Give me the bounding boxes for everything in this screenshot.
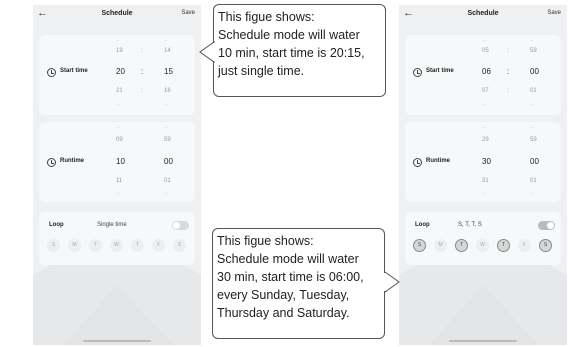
runtime-label: Runtime <box>60 158 84 164</box>
start-hour-value: 20 <box>116 67 125 76</box>
start-hour-value: 06 <box>482 67 491 76</box>
runtime-seconds-value: 00 <box>164 157 173 166</box>
header-bar: ← Schedule Save <box>399 5 567 25</box>
loop-row: Loop Single time <box>39 221 195 231</box>
header-bar: ← Schedule Save <box>33 5 201 25</box>
clock-icon <box>413 68 422 77</box>
loop-toggle[interactable] <box>538 221 555 230</box>
picker-row: 09 59 <box>116 137 171 143</box>
timer-icon <box>413 158 422 167</box>
picker-row: 19 : 14 <box>116 48 171 54</box>
day-friday[interactable]: F <box>152 239 165 252</box>
loop-label: Loop <box>49 222 64 228</box>
picker-row: -- -- <box>116 102 168 108</box>
loop-card: Loop Single time S M T W T F S <box>39 212 195 265</box>
callout-line: 10 min, start time is 20:15, <box>218 46 365 60</box>
loop-card: Loop S, T, T, S S M T W T F S <box>405 212 561 265</box>
start-time-label: Start time <box>426 68 454 74</box>
page-title: Schedule <box>101 10 133 17</box>
weekday-selector: S M T W T F S <box>405 239 561 253</box>
phone-screen-left: ← Schedule Save -- -- 19 : 14 Start time… <box>33 5 201 345</box>
picker-row: -- -- <box>482 102 534 108</box>
runtime-picker[interactable]: -- -- 29 59 Runtime 30 00 31 01 -- -- <box>405 122 561 202</box>
day-thursday[interactable]: T <box>131 239 144 252</box>
day-thursday[interactable]: T <box>497 239 510 252</box>
picker-row-selected: Start time 20 : 15 <box>39 67 195 77</box>
day-monday[interactable]: M <box>68 239 81 252</box>
day-friday[interactable]: F <box>518 239 531 252</box>
picker-row: 11 01 <box>116 178 171 184</box>
start-minute-value: 00 <box>530 67 539 76</box>
picker-row: -- -- <box>116 125 168 131</box>
picker-row: -- -- <box>116 38 168 44</box>
home-indicator <box>449 340 517 342</box>
picker-row: -- -- <box>482 191 534 197</box>
callout-line: 30 min, start time is 06:00, <box>217 270 364 284</box>
callout-line: This figue shows: <box>218 10 315 24</box>
day-wednesday[interactable]: W <box>110 239 123 252</box>
page-title: Schedule <box>467 10 499 17</box>
save-button[interactable]: Save <box>181 10 195 16</box>
loop-label: Loop <box>415 222 430 228</box>
callout-pointer-right <box>384 271 400 293</box>
picker-row: 29 59 <box>482 137 537 143</box>
start-time-picker[interactable]: -- -- 05 : 59 Start time 06 : 00 07 : 01… <box>405 35 561 115</box>
start-minute-value: 15 <box>164 67 173 76</box>
day-wednesday[interactable]: W <box>476 239 489 252</box>
day-monday[interactable]: M <box>434 239 447 252</box>
day-sunday[interactable]: S <box>413 239 426 252</box>
picker-row: 05 : 59 <box>482 48 537 54</box>
phone-screen-right: ← Schedule Save -- -- 05 : 59 Start time… <box>399 5 567 345</box>
callout-second: This figue shows: Schedule mode will wat… <box>212 228 385 339</box>
loop-value: Single time <box>97 222 127 228</box>
day-sunday[interactable]: S <box>47 239 60 252</box>
picker-row: 07 : 01 <box>482 88 537 94</box>
loop-toggle[interactable] <box>172 221 189 230</box>
callout-line: every Sunday, Tuesday, <box>217 288 350 302</box>
day-saturday[interactable]: S <box>539 239 552 252</box>
loop-value: S, T, T, S <box>458 222 482 228</box>
callout-line: Thursday and Saturday. <box>217 306 350 320</box>
callout-first: This figue shows: Schedule mode will wat… <box>213 4 386 97</box>
callout-line: Schedule mode will water <box>217 252 359 266</box>
picker-row: -- -- <box>482 125 534 131</box>
runtime-seconds-value: 00 <box>530 157 539 166</box>
runtime-minutes-value: 30 <box>482 157 491 166</box>
picker-row: 31 01 <box>482 178 537 184</box>
day-tuesday[interactable]: T <box>89 239 102 252</box>
picker-row: -- -- <box>116 191 168 197</box>
runtime-label: Runtime <box>426 158 450 164</box>
loop-row: Loop S, T, T, S <box>405 221 561 231</box>
runtime-minutes-value: 10 <box>116 157 125 166</box>
runtime-picker[interactable]: -- -- 09 59 Runtime 10 00 11 01 -- -- <box>39 122 195 202</box>
picker-row-selected: Runtime 10 00 <box>39 157 195 167</box>
clock-icon <box>47 68 56 77</box>
callout-pointer-left <box>199 41 215 63</box>
weekday-selector: S M T W T F S <box>39 239 195 253</box>
home-indicator <box>83 340 151 342</box>
timer-icon <box>47 158 56 167</box>
day-tuesday[interactable]: T <box>455 239 468 252</box>
picker-row-selected: Start time 06 : 00 <box>405 67 561 77</box>
save-button[interactable]: Save <box>547 10 561 16</box>
picker-row: 21 : 16 <box>116 88 171 94</box>
callout-line: just single time. <box>218 64 305 78</box>
picker-row-selected: Runtime 30 00 <box>405 157 561 167</box>
start-time-label: Start time <box>60 68 88 74</box>
callout-line: This figue shows: <box>217 234 314 248</box>
callout-line: Schedule mode will water <box>218 28 360 42</box>
start-time-picker[interactable]: -- -- 19 : 14 Start time 20 : 15 21 : 16… <box>39 35 195 115</box>
day-saturday[interactable]: S <box>173 239 186 252</box>
picker-row: -- -- <box>482 38 534 44</box>
